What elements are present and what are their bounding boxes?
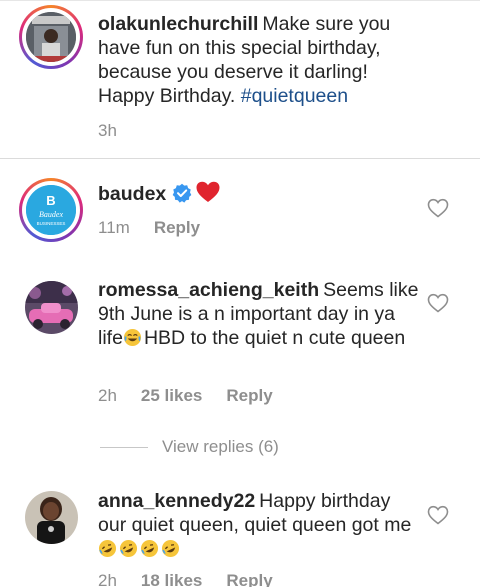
username[interactable]: romessa_achieng_keith (98, 279, 319, 301)
timestamp: 3h (98, 121, 117, 140)
verified-badge-icon (172, 183, 192, 203)
rolling-laughing-emoji (119, 539, 138, 558)
rolling-laughing-emoji (98, 539, 117, 558)
comment-body-part2: HBD to the quiet n cute queen (143, 327, 406, 349)
red-heart-emoji (196, 181, 220, 202)
laughing-emoji-group (98, 538, 182, 560)
heart-outline-icon[interactable] (427, 505, 449, 525)
heart-outline-icon[interactable] (427, 293, 449, 313)
likes-count[interactable]: 25 likes (141, 386, 202, 405)
comment-meta: 11m Reply (98, 218, 224, 238)
comment-text: olakunlechurchill Make sure you have fun … (98, 12, 418, 108)
reply-button[interactable]: Reply (226, 386, 272, 405)
tears-of-joy-emoji (123, 328, 141, 347)
timestamp: 2h (98, 571, 117, 587)
username[interactable]: anna_kennedy22 (98, 490, 255, 512)
avatar[interactable]: B Baudex BUSINESSES (26, 185, 76, 235)
comment-meta: 2h 25 likes Reply (98, 386, 297, 406)
rolling-laughing-emoji (161, 539, 180, 558)
avatar-brand-subtext: BUSINESSES (37, 221, 66, 226)
comment-text: romessa_achieng_keith Seems like 9th June… (98, 278, 420, 350)
heart-outline-icon[interactable] (427, 198, 449, 218)
story-ring[interactable]: B Baudex BUSINESSES (19, 178, 83, 242)
story-ring[interactable] (19, 5, 83, 69)
reply-button[interactable]: Reply (154, 218, 200, 237)
avatar[interactable] (26, 12, 76, 62)
avatar[interactable] (25, 281, 78, 334)
hashtag-link[interactable]: #quietqueen (241, 85, 348, 107)
top-border (0, 0, 480, 1)
timestamp: 11m (98, 218, 130, 237)
view-replies-button[interactable]: View replies (6) (100, 435, 279, 459)
avatar-brand-text: Baudex (39, 210, 63, 219)
comment-text: baudex (98, 181, 418, 206)
timestamp: 2h (98, 386, 117, 405)
caption-divider (0, 158, 480, 159)
rolling-laughing-emoji (140, 539, 159, 558)
comment-meta: 3h (98, 121, 141, 141)
view-replies-label[interactable]: View replies (6) (162, 437, 279, 457)
comment-meta: 2h 18 likes Reply (98, 571, 297, 587)
avatar[interactable] (25, 491, 78, 544)
username[interactable]: olakunlechurchill (98, 13, 258, 35)
comment-text: anna_kennedy22 Happy birthday our quiet q… (98, 489, 420, 561)
reply-button[interactable]: Reply (226, 571, 272, 587)
view-replies-line (100, 446, 148, 448)
likes-count[interactable]: 18 likes (141, 571, 202, 587)
svg-text:B: B (46, 193, 55, 208)
username[interactable]: baudex (98, 183, 166, 205)
